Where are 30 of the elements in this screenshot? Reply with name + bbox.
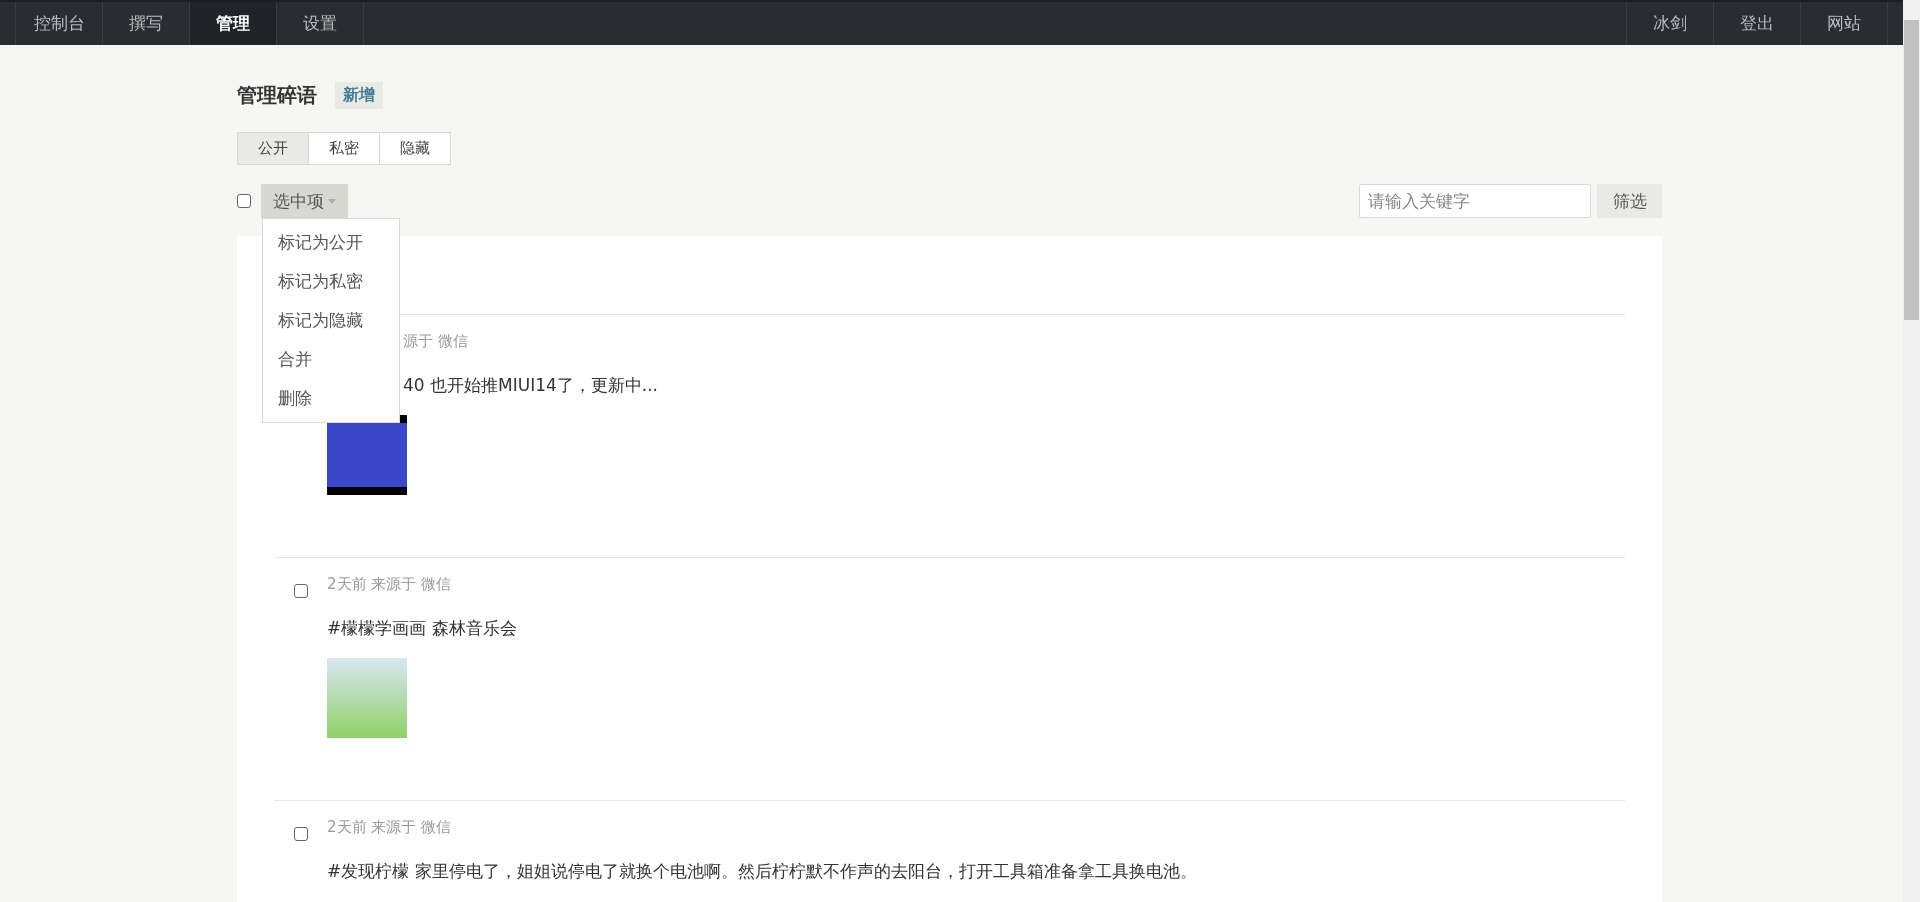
filter-button[interactable]: 筛选 (1597, 184, 1662, 218)
nav-link[interactable]: 网站 (1801, 2, 1888, 45)
post-meta: 2天前 来源于 微信 (327, 818, 453, 838)
selection-dropdown-button[interactable]: 选中项 (261, 184, 348, 218)
page-title: 管理碎语 (237, 81, 317, 109)
scrollbar[interactable] (1903, 0, 1920, 902)
post-meta: 2天前 来源于 微信 (327, 575, 453, 595)
menu-item[interactable]: 标记为隐藏 (263, 301, 399, 340)
post-text: #檬檬学画画 森林音乐会 (327, 617, 518, 640)
post-text: #发现柠檬 家里停电了，姐姐说停电了就换个电池啊。然后柠柠默不作声的去阳台，打开工具箱准备拿工具换电池。 (327, 860, 1198, 883)
nav-link[interactable]: 冰剑 (1627, 2, 1714, 45)
filter-tab[interactable]: 私密 (308, 132, 380, 165)
post-checkbox[interactable] (294, 584, 308, 598)
menu-item[interactable]: 合并 (263, 340, 399, 379)
post-checkbox[interactable] (294, 827, 308, 841)
nav-tab[interactable]: 管理 (190, 2, 277, 45)
menu-item[interactable]: 标记为私密 (263, 262, 399, 301)
menu-item[interactable]: 标记为公开 (263, 223, 399, 262)
select-all-checkbox[interactable] (237, 194, 251, 208)
filter-tab[interactable]: 公开 (237, 132, 309, 165)
post-text: 40 也开始推MIUI14了，更新中... (402, 374, 660, 397)
menu-item[interactable]: 删除 (263, 379, 399, 418)
nav-tab[interactable]: 设置 (277, 2, 364, 45)
nav-link[interactable]: 登出 (1714, 2, 1801, 45)
filter-tab[interactable]: 隐藏 (379, 132, 451, 165)
add-button[interactable]: 新增 (335, 81, 383, 109)
caret-icon (328, 198, 336, 204)
nav-tab[interactable]: 控制台 (16, 2, 103, 45)
search-field[interactable]: 请输入关键字 (1359, 184, 1591, 218)
post-meta: 源于 微信 (402, 332, 469, 352)
